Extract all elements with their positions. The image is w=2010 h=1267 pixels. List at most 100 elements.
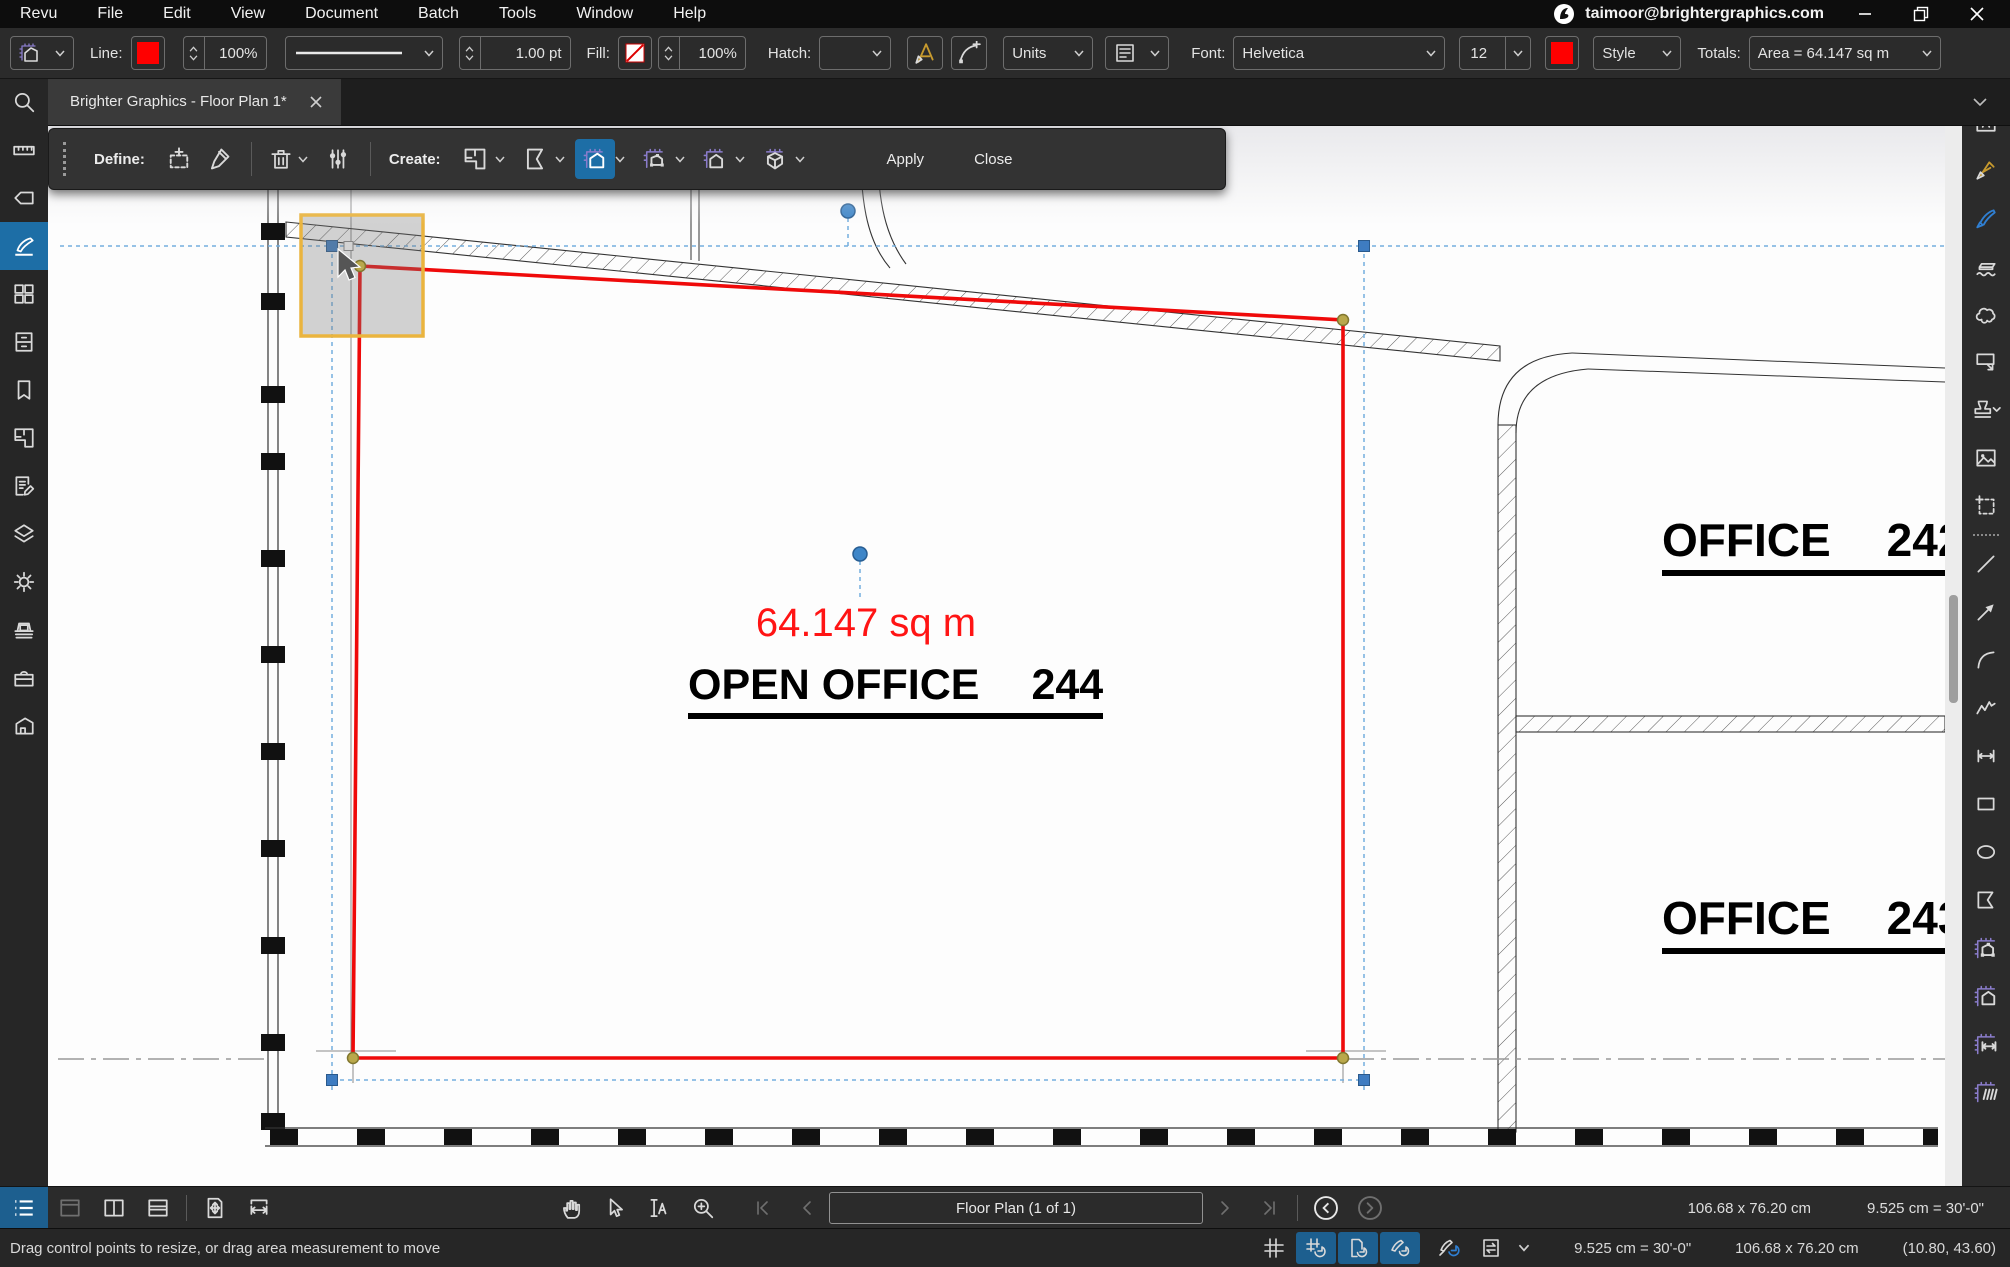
first-page-icon[interactable] xyxy=(741,1187,785,1229)
menu-revu[interactable]: Revu xyxy=(0,5,77,23)
restore-icon[interactable] xyxy=(1906,3,1936,25)
fill-opacity-stepper[interactable]: 100% xyxy=(658,36,746,70)
tool-preset-dropdown[interactable] xyxy=(10,36,74,70)
last-page-icon[interactable] xyxy=(1247,1187,1291,1229)
calibrate-pen-icon[interactable] xyxy=(1962,146,2010,194)
create-space-icon[interactable] xyxy=(455,139,495,179)
pen-icon[interactable] xyxy=(1962,194,2010,242)
totals-dropdown[interactable]: Area = 64.147 sq m xyxy=(1749,36,1941,70)
calibrate-button[interactable] xyxy=(907,36,943,70)
close-icon[interactable] xyxy=(1962,3,1992,25)
page-label-box[interactable]: Floor Plan (1 of 1) xyxy=(829,1192,1203,1224)
split-horizontal-icon[interactable] xyxy=(136,1187,180,1229)
callout-icon[interactable] xyxy=(1962,338,2010,386)
ruler-icon[interactable] xyxy=(0,126,48,174)
rectangle-icon[interactable] xyxy=(1962,780,2010,828)
highlighter-icon[interactable] xyxy=(1962,242,2010,290)
tab-list-chevron-icon[interactable] xyxy=(1972,97,1988,107)
format-paint-icon[interactable] xyxy=(199,139,239,179)
menu-file[interactable]: File xyxy=(77,5,143,23)
tag-icon[interactable] xyxy=(0,174,48,222)
apply-button[interactable]: Apply xyxy=(871,139,941,179)
markup-list-toggle-icon[interactable] xyxy=(0,1187,48,1229)
fill-color-swatch[interactable] xyxy=(618,36,652,70)
stamp-icon[interactable] xyxy=(1962,386,2010,434)
grid-icon[interactable] xyxy=(1254,1232,1294,1264)
perimeter-measure-icon[interactable] xyxy=(1962,924,2010,972)
previous-page-icon[interactable] xyxy=(785,1187,829,1229)
length-measure-icon[interactable] xyxy=(1962,1020,2010,1068)
tab-floor-plan[interactable]: Brighter Graphics - Floor Plan 1* xyxy=(48,78,341,125)
search-icon[interactable] xyxy=(0,78,48,126)
arrow-icon[interactable] xyxy=(1962,588,2010,636)
account-button[interactable]: taimoor@brightergraphics.com xyxy=(1553,3,1824,25)
file-drawer-icon[interactable] xyxy=(0,318,48,366)
count-measure-icon[interactable] xyxy=(1962,1068,2010,1116)
create-space-chevron-icon[interactable] xyxy=(495,156,505,163)
fit-width-icon[interactable] xyxy=(237,1187,281,1229)
create-perimeter-icon[interactable] xyxy=(635,139,675,179)
next-view-icon[interactable] xyxy=(1348,1187,1392,1229)
bookmark-icon[interactable] xyxy=(0,366,48,414)
toolbar-grip-icon[interactable] xyxy=(63,142,80,176)
previous-view-icon[interactable] xyxy=(1304,1187,1348,1229)
top-control-dot[interactable] xyxy=(841,204,855,218)
line-opacity-stepper[interactable]: 100% xyxy=(183,36,267,70)
create-area-cutout-icon[interactable] xyxy=(695,139,735,179)
spaces-icon[interactable] xyxy=(0,414,48,462)
line-width-stepper[interactable]: 1.00 pt xyxy=(459,36,571,70)
font-size-dropdown[interactable]: 12 xyxy=(1459,36,1531,70)
create-perimeter-chevron-icon[interactable] xyxy=(675,156,685,163)
style-dropdown[interactable]: Style xyxy=(1593,36,1681,70)
create-volume-icon[interactable] xyxy=(755,139,795,179)
fit-page-icon[interactable] xyxy=(193,1187,237,1229)
delete-icon[interactable] xyxy=(264,139,298,179)
markup-list-icon[interactable] xyxy=(0,462,48,510)
cloud-icon[interactable] xyxy=(1962,290,2010,338)
area-measure-icon[interactable] xyxy=(1962,972,2010,1020)
add-curve-button[interactable] xyxy=(951,36,987,70)
settings-gear-icon[interactable] xyxy=(0,558,48,606)
thumbnails-icon[interactable] xyxy=(0,270,48,318)
menu-window[interactable]: Window xyxy=(556,5,653,23)
menu-tools[interactable]: Tools xyxy=(479,5,556,23)
define-area-icon[interactable] xyxy=(159,139,199,179)
create-volume-chevron-icon[interactable] xyxy=(795,156,805,163)
select-text-icon[interactable] xyxy=(637,1187,681,1229)
line-style-dropdown[interactable] xyxy=(285,36,443,70)
scrollbar-thumb[interactable] xyxy=(1949,595,1958,703)
create-area-chevron-icon[interactable] xyxy=(615,156,625,163)
menu-batch[interactable]: Batch xyxy=(398,5,479,23)
zoom-icon[interactable] xyxy=(681,1187,725,1229)
layers-icon[interactable] xyxy=(0,510,48,558)
hatch-dropdown[interactable] xyxy=(819,36,891,70)
split-vertical-icon[interactable] xyxy=(92,1187,136,1229)
line-icon[interactable] xyxy=(1962,540,2010,588)
create-polygon-icon[interactable] xyxy=(515,139,555,179)
create-area-icon[interactable] xyxy=(575,139,615,179)
sync-options-chevron-icon[interactable] xyxy=(1518,1244,1530,1252)
minimize-icon[interactable] xyxy=(1850,3,1880,25)
image-icon[interactable] xyxy=(1962,434,2010,482)
close-button[interactable]: Close xyxy=(958,139,1028,179)
snap-to-grid-icon[interactable] xyxy=(1296,1232,1336,1264)
units-dropdown[interactable]: Units xyxy=(1003,36,1093,70)
magnifier-selection-box[interactable] xyxy=(301,215,423,336)
single-pane-icon[interactable] xyxy=(48,1187,92,1229)
snap-to-content-icon[interactable] xyxy=(1338,1232,1378,1264)
arc-icon[interactable] xyxy=(1962,636,2010,684)
snapshot-icon[interactable] xyxy=(1962,482,2010,530)
create-polygon-chevron-icon[interactable] xyxy=(555,156,565,163)
markup-alignment-icon[interactable] xyxy=(1429,1232,1469,1264)
print-stack-icon[interactable] xyxy=(0,606,48,654)
studio-house-icon[interactable] xyxy=(0,702,48,750)
delete-chevron-icon[interactable] xyxy=(298,156,308,163)
menu-document[interactable]: Document xyxy=(285,5,398,23)
vertical-scrollbar[interactable] xyxy=(1945,125,1962,1186)
document-sync-icon[interactable] xyxy=(1471,1232,1511,1264)
measure-pen-icon[interactable] xyxy=(0,222,48,270)
center-control-dot[interactable] xyxy=(853,547,867,561)
polygon-icon[interactable] xyxy=(1962,876,2010,924)
ellipse-icon[interactable] xyxy=(1962,828,2010,876)
polyline-icon[interactable] xyxy=(1962,684,2010,732)
